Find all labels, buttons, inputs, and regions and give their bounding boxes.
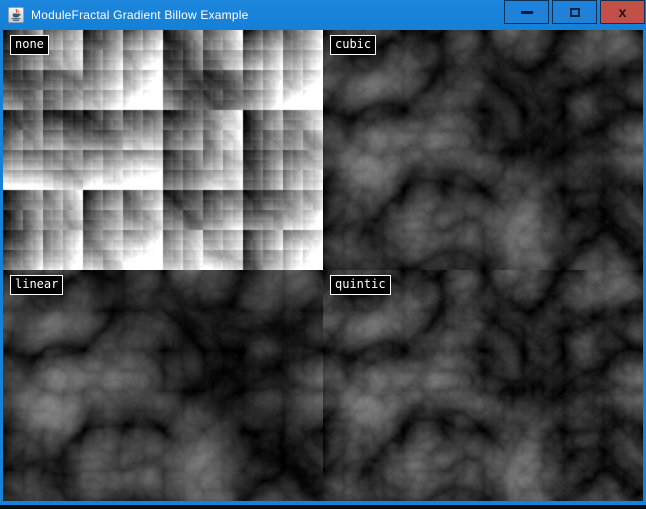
- noise-grid: none cubic linear quintic: [3, 30, 643, 501]
- panel-linear: linear: [3, 270, 323, 501]
- maximize-icon: [570, 8, 580, 17]
- panel-cubic: cubic: [323, 30, 643, 270]
- minimize-button[interactable]: [504, 0, 549, 24]
- titlebar[interactable]: ModuleFractal Gradient Billow Example x: [0, 0, 646, 30]
- app-window: ModuleFractal Gradient Billow Example x …: [0, 0, 646, 509]
- maximize-button[interactable]: [552, 0, 597, 24]
- panel-none: none: [3, 30, 323, 270]
- java-coffee-cup-icon: [8, 7, 24, 23]
- minimize-icon: [521, 11, 533, 14]
- panel-label-quintic: quintic: [330, 275, 391, 295]
- window-shadow: [0, 505, 646, 509]
- panel-quintic: quintic: [323, 270, 643, 501]
- window-controls: x: [504, 0, 645, 24]
- panel-label-none: none: [10, 35, 49, 55]
- noise-canvas-none: [3, 30, 323, 270]
- noise-canvas-cubic: [323, 30, 643, 270]
- panel-label-linear: linear: [10, 275, 63, 295]
- panel-label-cubic: cubic: [330, 35, 376, 55]
- noise-canvas-quintic: [323, 270, 643, 501]
- close-icon: x: [619, 5, 627, 19]
- noise-canvas-linear: [3, 270, 323, 501]
- close-button[interactable]: x: [600, 0, 645, 24]
- window-title: ModuleFractal Gradient Billow Example: [31, 8, 249, 22]
